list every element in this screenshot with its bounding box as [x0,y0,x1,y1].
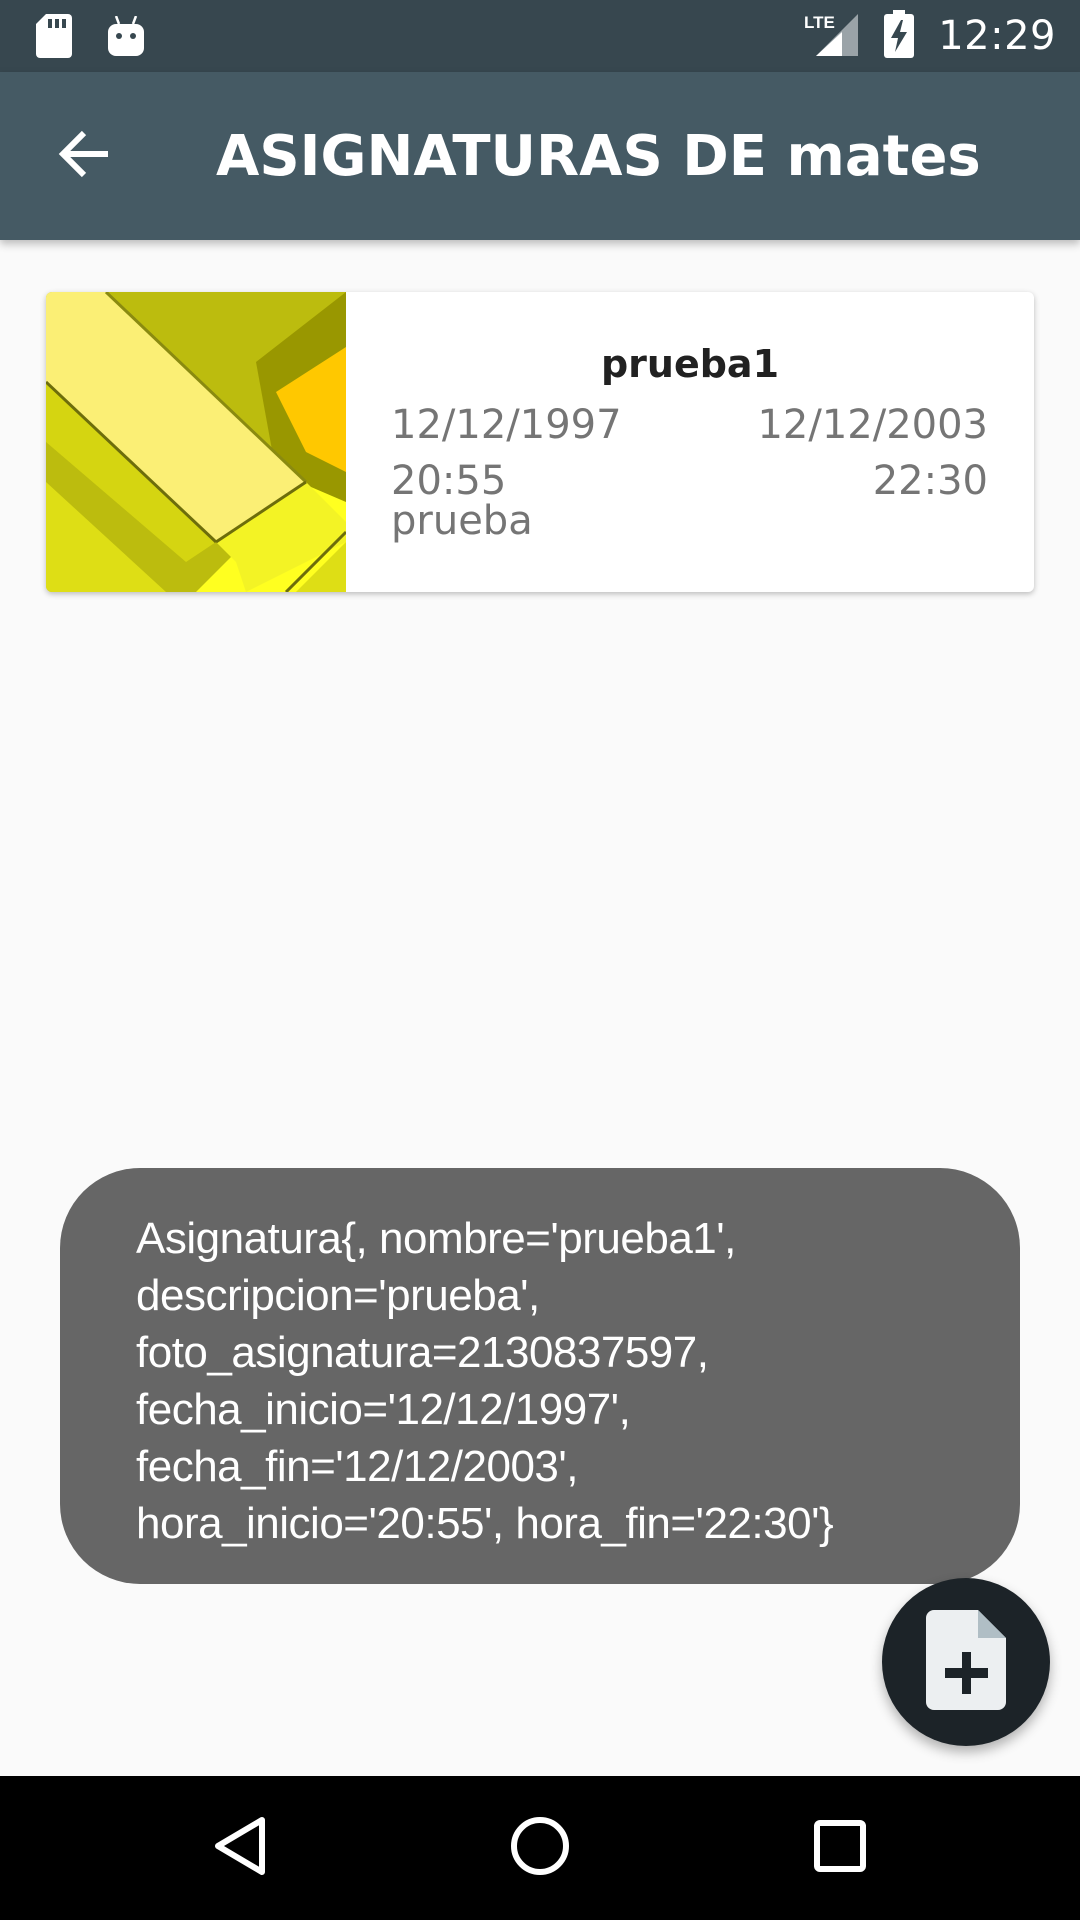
add-subject-button[interactable] [882,1578,1050,1746]
battery-charging-icon [884,9,915,63]
navigation-bar [0,1776,1080,1920]
end-time: 22:30 [872,458,988,504]
lte-signal-icon: LTE [804,12,860,61]
toast-line: Asignatura{, nombre='prueba1', [136,1214,736,1263]
sd-card-icon [36,14,72,63]
end-date: 12/12/2003 [757,402,988,448]
page-title: ASIGNATURAS DE mates [216,124,981,189]
add-document-icon [926,1609,1006,1715]
back-triangle-icon [212,1816,268,1881]
subject-card[interactable]: prueba1 12/12/1997 12/12/2003 20:55 22:3… [46,292,1034,592]
app-toolbar: ASIGNATURAS DE mates [0,72,1080,240]
nav-home-button[interactable] [468,1776,612,1920]
status-time: 12:29 [938,13,1056,59]
subject-image [46,292,348,592]
toast-line: descripcion='prueba', [136,1271,540,1320]
nav-recents-button[interactable] [768,1776,912,1920]
home-circle-icon [510,1816,570,1881]
subject-description: prueba [391,498,533,544]
start-date: 12/12/1997 [391,402,622,448]
status-bar: LTE 12:29 [0,0,1080,72]
toast-line: foto_asignatura=2130837597, [136,1328,709,1377]
toast-message: Asignatura{, nombre='prueba1', descripci… [60,1168,1020,1584]
svg-text:LTE: LTE [804,13,835,32]
subject-name: prueba1 [600,342,780,386]
nav-back-button[interactable] [168,1776,312,1920]
arrow-back-icon [58,130,110,183]
toast-line: hora_inicio='20:55', hora_fin='22:30'} [136,1499,834,1548]
back-button[interactable] [42,114,126,198]
recents-square-icon [814,1819,866,1877]
toast-text: Asignatura{, nombre='prueba1', descripci… [136,1210,980,1552]
toast-line: fecha_fin='12/12/2003', [136,1442,579,1491]
android-debug-icon [108,15,144,61]
toast-line: fecha_inicio='12/12/1997', [136,1385,631,1434]
